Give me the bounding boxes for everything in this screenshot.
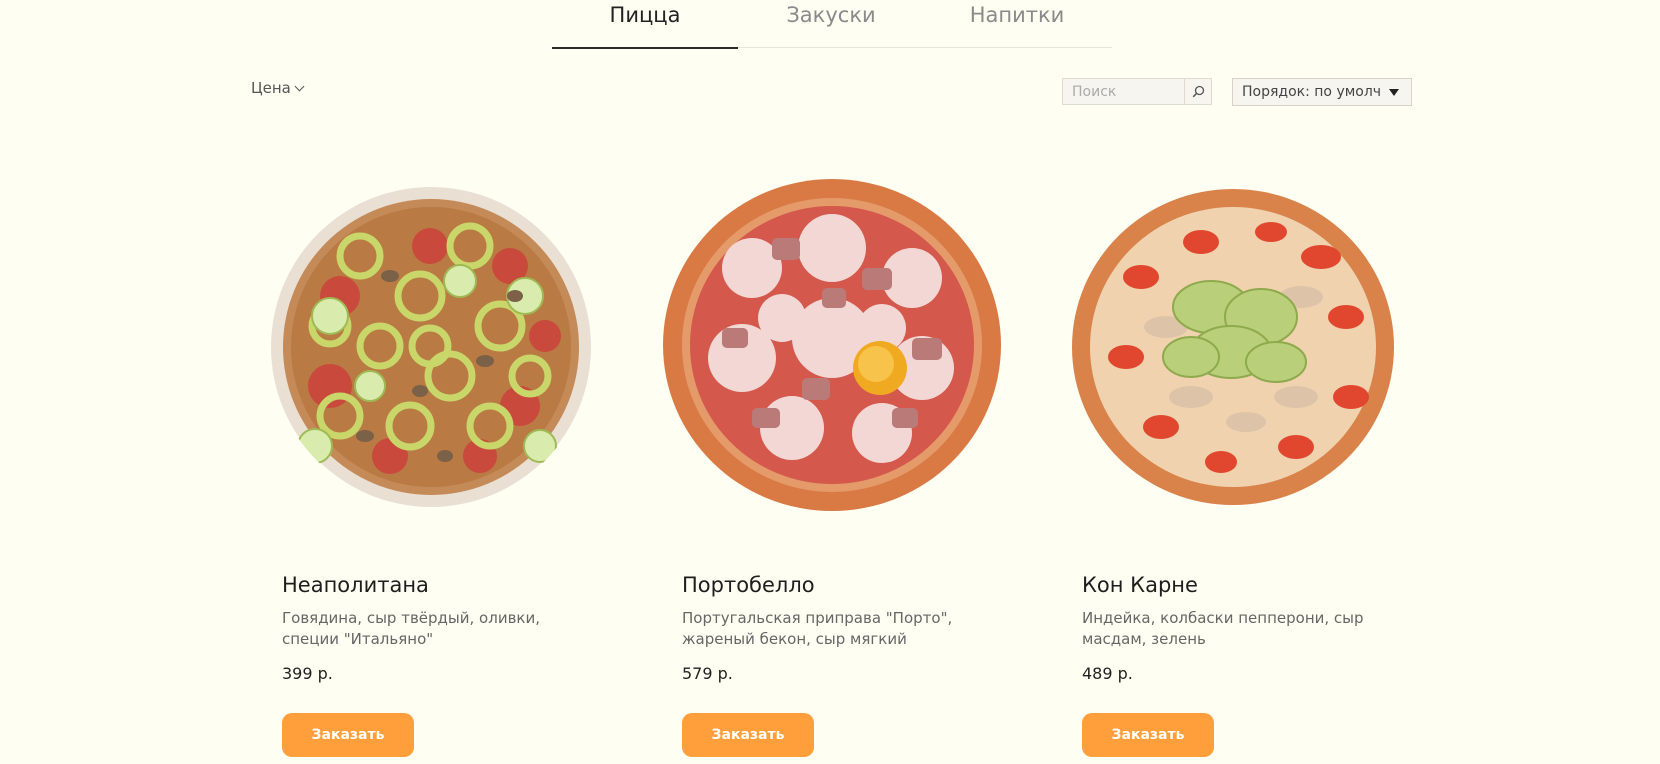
- pizza-image-portobello: [663, 179, 1001, 511]
- sort-select[interactable]: Порядок: по умолчанию: [1232, 78, 1412, 106]
- tab-snacks[interactable]: Закуски: [738, 0, 924, 48]
- product-title: Кон Карне: [1082, 573, 1198, 597]
- price-filter[interactable]: Цена: [251, 79, 305, 97]
- product-price: 399 р.: [282, 664, 333, 683]
- search-box: [1062, 78, 1212, 105]
- sort-select-value: Порядок: по умолчанию: [1242, 84, 1380, 100]
- product-description: Португальская приправа "Порто", жареный …: [682, 609, 953, 648]
- product-price: 489 р.: [1082, 664, 1133, 683]
- search-input[interactable]: [1063, 79, 1184, 104]
- search-button[interactable]: [1184, 79, 1211, 104]
- product-title: Неаполитана: [282, 573, 429, 597]
- category-tabs: Пицца Закуски Напитки: [552, 0, 1112, 49]
- order-button[interactable]: Заказать: [1082, 713, 1214, 757]
- price-filter-label: Цена: [251, 79, 291, 97]
- caret-down-icon: [1389, 89, 1399, 96]
- tab-pizza[interactable]: Пицца: [552, 0, 738, 49]
- product-price: 579 р.: [682, 664, 733, 683]
- pizza-image-neapolitana: [271, 187, 591, 507]
- tab-drinks[interactable]: Напитки: [924, 0, 1110, 48]
- search-icon: [1192, 85, 1204, 98]
- product-description: Индейка, колбаски пепперони, сыр масдам,…: [1082, 609, 1364, 648]
- chevron-down-icon: [294, 81, 305, 91]
- order-button[interactable]: Заказать: [682, 713, 814, 757]
- pizza-image-con-carne: [1072, 189, 1394, 505]
- order-button[interactable]: Заказать: [282, 713, 414, 757]
- product-title: Портобелло: [682, 573, 815, 597]
- product-description: Говядина, сыр твёрдый, оливки, специи "И…: [282, 609, 540, 648]
